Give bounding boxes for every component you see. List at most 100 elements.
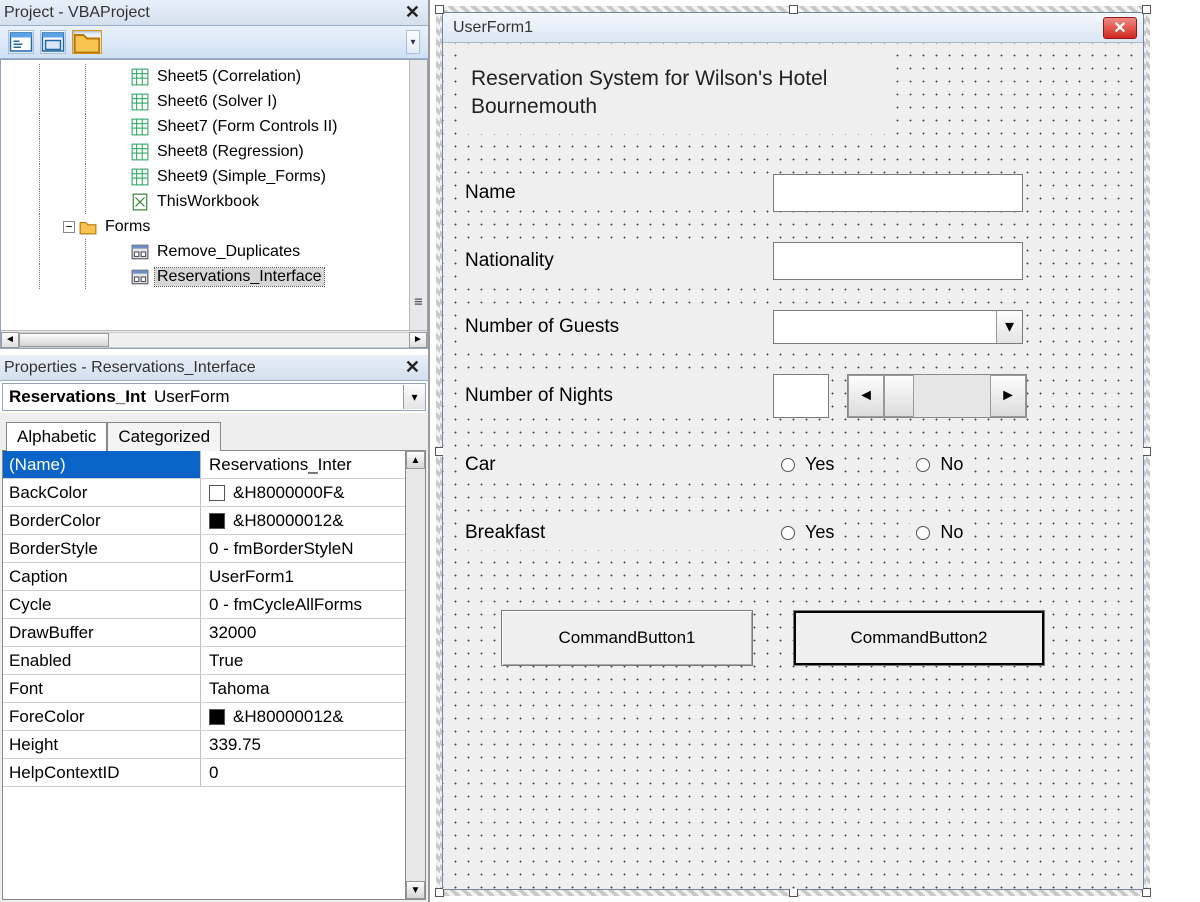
guests-combobox[interactable] bbox=[773, 310, 1023, 344]
project-panel-titlebar: Project - VBAProject ✕ bbox=[0, 0, 428, 26]
resize-handle-e[interactable] bbox=[1142, 447, 1151, 456]
properties-tabs: Alphabetic Categorized bbox=[0, 413, 428, 450]
worksheet-icon bbox=[131, 168, 149, 186]
properties-panel-close-icon[interactable]: ✕ bbox=[401, 357, 424, 378]
prop-borderstyle-value[interactable]: 0 - fmBorderStyleN bbox=[201, 535, 405, 562]
project-tree[interactable]: Sheet5 (Correlation) Sheet6 (Solver I) S… bbox=[0, 59, 428, 349]
properties-object-name: Reservations_Int bbox=[3, 384, 150, 410]
prop-forecolor-label[interactable]: ForeColor bbox=[3, 703, 201, 730]
form-designer-canvas[interactable]: UserForm1 ✕ Reservation System for Wilso… bbox=[430, 0, 1200, 902]
worksheet-icon bbox=[131, 118, 149, 136]
prop-caption-value[interactable]: UserForm1 bbox=[201, 563, 405, 590]
breakfast-yes-radio[interactable]: Yes bbox=[775, 519, 840, 546]
breakfast-no-radio[interactable]: No bbox=[910, 519, 969, 546]
tree-item-sheet7[interactable]: Sheet7 (Form Controls II) bbox=[155, 118, 340, 136]
prop-height-value[interactable]: 339.75 bbox=[201, 731, 405, 758]
properties-panel-title: Properties - Reservations_Interface bbox=[4, 359, 256, 377]
userform-close-icon[interactable]: ✕ bbox=[1103, 17, 1137, 39]
tree-item-sheet5[interactable]: Sheet5 (Correlation) bbox=[155, 68, 303, 86]
tree-item-thisworkbook[interactable]: ThisWorkbook bbox=[155, 193, 261, 211]
properties-vertical-scrollbar[interactable]: ▲ ▼ bbox=[406, 450, 426, 900]
label-guests[interactable]: Number of Guests bbox=[463, 310, 773, 344]
dropdown-icon[interactable] bbox=[403, 385, 425, 409]
scrollbar-thumb[interactable] bbox=[884, 375, 914, 417]
prop-caption-label[interactable]: Caption bbox=[3, 563, 201, 590]
project-panel-close-icon[interactable]: ✕ bbox=[401, 2, 424, 23]
prop-height-label[interactable]: Height bbox=[3, 731, 201, 758]
tree-item-forms[interactable]: Forms bbox=[103, 218, 152, 236]
properties-object-type: UserForm bbox=[150, 384, 403, 410]
nights-textbox[interactable] bbox=[773, 374, 829, 418]
commandbutton2[interactable]: CommandButton2 bbox=[793, 610, 1045, 666]
prop-cycle-label[interactable]: Cycle bbox=[3, 591, 201, 618]
label-name[interactable]: Name bbox=[463, 176, 773, 210]
prop-name-label[interactable]: (Name) bbox=[3, 451, 201, 478]
prop-bordercolor-label[interactable]: BorderColor bbox=[3, 507, 201, 534]
prop-bordercolor-value[interactable]: &H80000012& bbox=[201, 507, 405, 534]
tab-categorized[interactable]: Categorized bbox=[107, 422, 221, 451]
toolbar-overflow-button[interactable] bbox=[406, 30, 420, 54]
radio-icon bbox=[781, 526, 795, 540]
prop-drawbuffer-label[interactable]: DrawBuffer bbox=[3, 619, 201, 646]
label-nationality[interactable]: Nationality bbox=[463, 244, 773, 278]
tree-item-sheet8[interactable]: Sheet8 (Regression) bbox=[155, 143, 306, 161]
chevron-down-icon[interactable] bbox=[996, 311, 1022, 343]
prop-forecolor-value[interactable]: &H80000012& bbox=[201, 703, 405, 730]
project-panel-title: Project - VBAProject bbox=[4, 4, 150, 22]
radio-icon bbox=[916, 458, 930, 472]
tree-item-sheet6[interactable]: Sheet6 (Solver I) bbox=[155, 93, 279, 111]
userform-titlebar[interactable]: UserForm1 ✕ bbox=[443, 13, 1143, 43]
userform-selection-frame[interactable]: UserForm1 ✕ Reservation System for Wilso… bbox=[436, 6, 1150, 896]
nationality-textbox[interactable] bbox=[773, 242, 1023, 280]
tree-item-sheet9[interactable]: Sheet9 (Simple_Forms) bbox=[155, 168, 328, 186]
radio-icon bbox=[916, 526, 930, 540]
scroll-left-icon[interactable]: ◄ bbox=[848, 375, 884, 417]
tree-collapse-forms[interactable]: − bbox=[63, 221, 75, 233]
label-car[interactable]: Car bbox=[463, 448, 773, 482]
label-breakfast[interactable]: Breakfast bbox=[463, 516, 773, 550]
tree-item-reservations-interface[interactable]: Reservations_Interface bbox=[155, 268, 324, 286]
tab-alphabetic[interactable]: Alphabetic bbox=[6, 422, 107, 451]
toggle-folders-button[interactable] bbox=[72, 30, 102, 54]
resize-handle-n[interactable] bbox=[789, 5, 798, 14]
project-horizontal-scrollbar[interactable]: ◄ ► bbox=[1, 330, 427, 348]
tree-item-remove-duplicates[interactable]: Remove_Duplicates bbox=[155, 243, 302, 261]
prop-cycle-value[interactable]: 0 - fmCycleAllForms bbox=[201, 591, 405, 618]
project-toolbar bbox=[0, 26, 428, 59]
view-code-button[interactable] bbox=[8, 30, 34, 54]
car-no-radio[interactable]: No bbox=[910, 451, 969, 478]
properties-grid[interactable]: (Name)Reservations_Inter BackColor&H8000… bbox=[2, 450, 406, 900]
prop-helpcontextid-value[interactable]: 0 bbox=[201, 759, 405, 786]
worksheet-icon bbox=[131, 93, 149, 111]
prop-backcolor-value[interactable]: &H8000000F& bbox=[201, 479, 405, 506]
resize-handle-nw[interactable] bbox=[435, 5, 444, 14]
resize-handle-ne[interactable] bbox=[1142, 5, 1151, 14]
prop-backcolor-label[interactable]: BackColor bbox=[3, 479, 201, 506]
label-nights[interactable]: Number of Nights bbox=[463, 379, 773, 413]
prop-enabled-label[interactable]: Enabled bbox=[3, 647, 201, 674]
prop-font-label[interactable]: Font bbox=[3, 675, 201, 702]
properties-object-selector[interactable]: Reservations_Int UserForm bbox=[2, 383, 426, 411]
prop-font-value[interactable]: Tahoma bbox=[201, 675, 405, 702]
commandbutton1[interactable]: CommandButton1 bbox=[501, 610, 753, 666]
car-yes-radio[interactable]: Yes bbox=[775, 451, 840, 478]
heading-label[interactable]: Reservation System for Wilson's Hotel Bo… bbox=[463, 53, 893, 134]
userform-window[interactable]: UserForm1 ✕ Reservation System for Wilso… bbox=[442, 12, 1144, 890]
resize-handle-se[interactable] bbox=[1142, 888, 1151, 897]
name-textbox[interactable] bbox=[773, 174, 1023, 212]
userform-icon bbox=[131, 243, 149, 261]
prop-name-value[interactable]: Reservations_Inter bbox=[201, 451, 405, 478]
view-object-button[interactable] bbox=[40, 30, 66, 54]
properties-panel-titlebar: Properties - Reservations_Interface ✕ bbox=[0, 355, 428, 381]
nights-scrollbar[interactable]: ◄ ► bbox=[847, 374, 1027, 418]
radio-icon bbox=[781, 458, 795, 472]
scroll-right-icon[interactable]: ► bbox=[990, 375, 1026, 417]
worksheet-icon bbox=[131, 143, 149, 161]
resize-handle-sw[interactable] bbox=[435, 888, 444, 897]
prop-drawbuffer-value[interactable]: 32000 bbox=[201, 619, 405, 646]
resize-handle-s[interactable] bbox=[789, 888, 798, 897]
prop-borderstyle-label[interactable]: BorderStyle bbox=[3, 535, 201, 562]
project-vertical-scrollbar[interactable]: ≡ bbox=[409, 60, 427, 330]
prop-enabled-value[interactable]: True bbox=[201, 647, 405, 674]
prop-helpcontextid-label[interactable]: HelpContextID bbox=[3, 759, 201, 786]
